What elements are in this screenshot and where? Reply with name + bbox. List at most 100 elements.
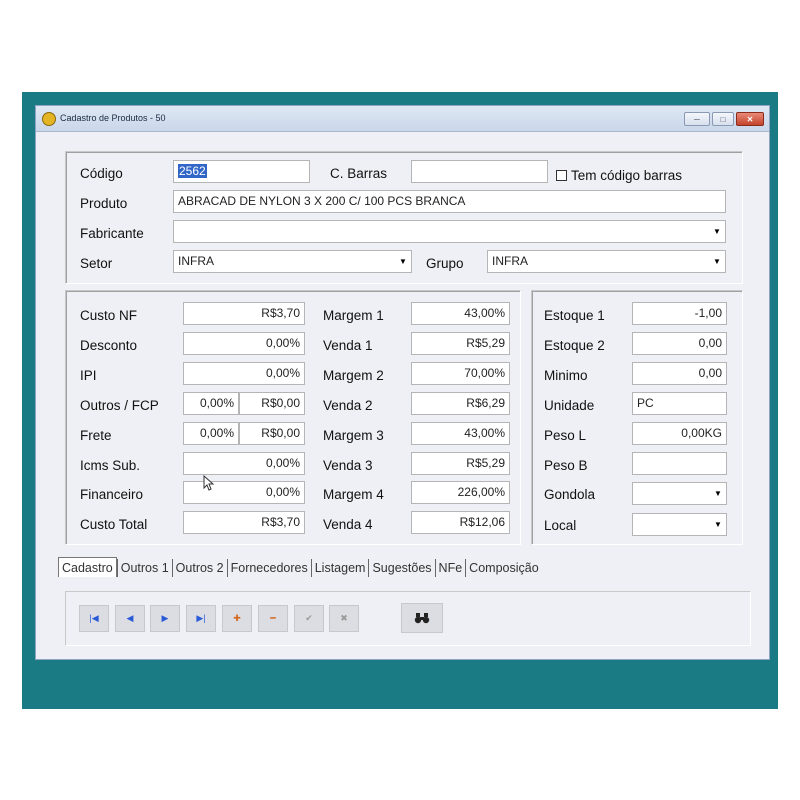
tab-strip: Cadastro Outros 1 Outros 2 Fornecedores … (58, 555, 542, 577)
frete-label: Frete (80, 428, 112, 443)
last-record-button[interactable]: ▶| (186, 605, 216, 632)
venda1-label: Venda 1 (323, 338, 373, 353)
grupo-value: INFRA (492, 254, 528, 268)
peso-l-field[interactable]: 0,00KG (632, 422, 727, 445)
setor-value: INFRA (178, 254, 214, 268)
margem3-field[interactable]: 43,00% (411, 422, 510, 445)
fabricante-select[interactable]: ▼ (173, 220, 726, 243)
produto-label: Produto (80, 196, 128, 211)
outros-value-field[interactable]: R$0,00 (239, 392, 305, 415)
tem-codigo-label: Tem código barras (571, 168, 683, 183)
first-record-button[interactable]: |◀ (79, 605, 109, 632)
search-button[interactable] (401, 603, 443, 633)
tab-listagem[interactable]: Listagem (310, 559, 369, 577)
chevron-down-icon[interactable]: ▼ (711, 484, 725, 503)
peso-b-label: Peso B (544, 458, 588, 473)
custo-total-field[interactable]: R$3,70 (183, 511, 305, 534)
custo-nf-field[interactable]: R$3,70 (183, 302, 305, 325)
minimize-button[interactable]: ─ (684, 112, 710, 126)
chevron-down-icon[interactable]: ▼ (396, 252, 410, 271)
close-button[interactable]: ✕ (736, 112, 764, 126)
tab-cadastro[interactable]: Cadastro (58, 557, 117, 577)
estoque1-field[interactable]: -1,00 (632, 302, 727, 325)
custo-total-label: Custo Total (80, 517, 148, 532)
mouse-cursor-icon (203, 475, 215, 491)
ipi-field[interactable]: 0,00% (183, 362, 305, 385)
tab-sugestoes[interactable]: Sugestões (368, 559, 434, 577)
add-record-button[interactable]: ✚ (222, 605, 252, 632)
local-label: Local (544, 518, 577, 533)
financeiro-field[interactable]: 0,00% (183, 481, 305, 504)
chevron-down-icon[interactable]: ▼ (710, 252, 724, 271)
stock-group (531, 290, 743, 545)
codigo-label: Código (80, 166, 123, 181)
tab-outros-1[interactable]: Outros 1 (116, 559, 172, 577)
delete-record-button[interactable]: ━ (258, 605, 288, 632)
financeiro-label: Financeiro (80, 487, 144, 502)
estoque1-label: Estoque 1 (544, 308, 605, 323)
unidade-label: Unidade (544, 398, 595, 413)
gondola-label: Gondola (544, 487, 596, 502)
frete-value-field[interactable]: R$0,00 (239, 422, 305, 445)
desconto-label: Desconto (80, 338, 138, 353)
app-icon (42, 112, 56, 126)
gondola-select[interactable]: ▼ (632, 482, 727, 505)
tab-outros-2[interactable]: Outros 2 (171, 559, 227, 577)
produto-field[interactable]: ABRACAD DE NYLON 3 X 200 C/ 100 PCS BRAN… (173, 190, 726, 213)
confirm-button[interactable]: ✔ (294, 605, 324, 632)
desconto-field[interactable]: 0,00% (183, 332, 305, 355)
margem2-field[interactable]: 70,00% (411, 362, 510, 385)
peso-b-field[interactable] (632, 452, 727, 475)
margem1-label: Margem 1 (323, 308, 384, 323)
tab-composicao[interactable]: Composição (465, 559, 541, 577)
icms-field[interactable]: 0,00% (183, 452, 305, 475)
chevron-down-icon[interactable]: ▼ (710, 222, 724, 241)
unidade-field[interactable]: PC (632, 392, 727, 415)
venda4-label: Venda 4 (323, 517, 373, 532)
venda2-field[interactable]: R$6,29 (411, 392, 510, 415)
tem-codigo-checkbox[interactable]: Tem código barras (556, 168, 682, 183)
venda3-field[interactable]: R$5,29 (411, 452, 510, 475)
margem1-field[interactable]: 43,00% (411, 302, 510, 325)
tab-fornecedores[interactable]: Fornecedores (226, 559, 311, 577)
codigo-value: 2562 (178, 164, 207, 178)
icms-label: Icms Sub. (80, 458, 141, 473)
costs-group (65, 290, 521, 545)
frete-pct-field[interactable]: 0,00% (183, 422, 239, 445)
grupo-select[interactable]: INFRA ▼ (487, 250, 726, 273)
venda2-label: Venda 2 (323, 398, 373, 413)
estoque2-field[interactable]: 0,00 (632, 332, 727, 355)
minimo-label: Minimo (544, 368, 588, 383)
venda1-field[interactable]: R$5,29 (411, 332, 510, 355)
window-title: Cadastro de Produtos - 50 (60, 113, 166, 123)
fabricante-label: Fabricante (80, 226, 144, 241)
cancel-button[interactable]: ✖ (329, 605, 359, 632)
ipi-label: IPI (80, 368, 97, 383)
setor-select[interactable]: INFRA ▼ (173, 250, 412, 273)
minimo-field[interactable]: 0,00 (632, 362, 727, 385)
margem4-label: Margem 4 (323, 487, 384, 502)
maximize-button[interactable]: □ (712, 112, 734, 126)
cbarras-field[interactable] (411, 160, 548, 183)
setor-label: Setor (80, 256, 113, 271)
grupo-label: Grupo (426, 256, 464, 271)
previous-record-button[interactable]: ◀ (115, 605, 145, 632)
title-bar[interactable]: Cadastro de Produtos - 50 ─ □ ✕ (36, 106, 769, 132)
cbarras-label: C. Barras (330, 166, 388, 181)
peso-l-label: Peso L (544, 428, 587, 443)
tab-nfe[interactable]: NFe (434, 559, 466, 577)
local-select[interactable]: ▼ (632, 513, 727, 536)
margem2-label: Margem 2 (323, 368, 384, 383)
margem4-field[interactable]: 226,00% (411, 481, 510, 504)
next-record-button[interactable]: ▶ (150, 605, 180, 632)
chevron-down-icon[interactable]: ▼ (711, 515, 725, 534)
outros-pct-field[interactable]: 0,00% (183, 392, 239, 415)
outros-label: Outros / FCP (80, 398, 159, 413)
venda4-field[interactable]: R$12,06 (411, 511, 510, 534)
venda3-label: Venda 3 (323, 458, 373, 473)
custo-nf-label: Custo NF (80, 308, 138, 323)
checkbox-box[interactable] (556, 170, 567, 181)
estoque2-label: Estoque 2 (544, 338, 605, 353)
codigo-field[interactable]: 2562 (173, 160, 310, 183)
binoculars-icon (414, 613, 430, 624)
